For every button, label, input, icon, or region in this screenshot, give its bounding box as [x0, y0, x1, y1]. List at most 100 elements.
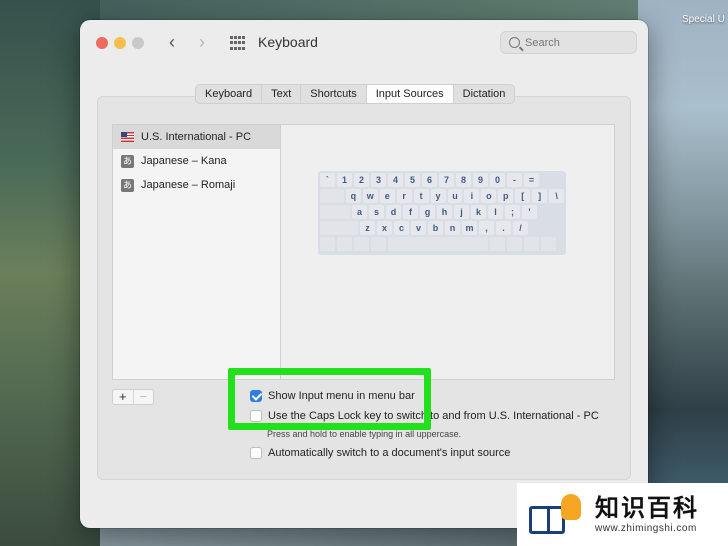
source-label: U.S. International - PC	[141, 131, 252, 143]
keyboard-key: n	[445, 221, 460, 235]
keyboard-key: `	[320, 173, 335, 187]
keyboard-key	[371, 237, 386, 251]
watermark-url: www.zhimingshi.com	[595, 523, 697, 534]
keyboard-key: h	[437, 205, 452, 219]
keyboard-key: a	[352, 205, 367, 219]
keyboard-key: [	[515, 189, 531, 203]
keyboard-key: l	[488, 205, 503, 219]
add-remove-buttons: + −	[112, 389, 154, 405]
keyboard-key: 7	[439, 173, 454, 187]
keyboard-key	[388, 237, 488, 251]
auto-switch-option[interactable]: Automatically switch to a document's inp…	[250, 447, 510, 459]
close-button[interactable]	[96, 37, 108, 49]
keyboard-key: i	[464, 189, 480, 203]
keyboard-key: k	[471, 205, 486, 219]
keyboard-row	[320, 237, 564, 251]
key-spacer	[320, 221, 358, 235]
search-input[interactable]	[525, 36, 625, 49]
tab-bar: Keyboard Text Shortcuts Input Sources Di…	[195, 84, 516, 104]
tab-text[interactable]: Text	[262, 85, 302, 103]
keyboard-key: b	[428, 221, 443, 235]
keyboard-key	[320, 237, 335, 251]
keyboard-preferences-window: ‹ › Keyboard Keyboard Text Shortcuts Inp…	[80, 20, 648, 528]
list-item-us-international[interactable]: U.S. International - PC	[113, 125, 280, 149]
keyboard-key	[541, 237, 556, 251]
keyboard-key: o	[481, 189, 497, 203]
keyboard-row: q w e r t y u i o p[] \	[320, 189, 565, 203]
keyboard-key: j	[454, 205, 469, 219]
keyboard-key: '	[522, 205, 537, 219]
keyboard-key: =	[524, 173, 539, 187]
us-flag-icon	[121, 132, 134, 142]
keyboard-key: q	[345, 189, 361, 203]
keyboard-key: x	[377, 221, 392, 235]
keyboard-row: z x c v b n m,. /	[320, 221, 564, 235]
window-title: Keyboard	[258, 34, 318, 50]
tab-input-sources[interactable]: Input Sources	[366, 85, 454, 103]
keyboard-key: w	[362, 189, 378, 203]
keyboard-key	[490, 237, 505, 251]
keyboard-key: g	[420, 205, 435, 219]
key-spacer	[320, 189, 344, 203]
add-source-button[interactable]: +	[113, 390, 133, 404]
keyboard-row: a s d f g h j k l; '	[320, 205, 564, 219]
keyboard-key: r	[396, 189, 412, 203]
keyboard-key: 8	[456, 173, 471, 187]
keyboard-key: y	[430, 189, 446, 203]
forward-chevron-icon[interactable]: ›	[192, 32, 212, 53]
keyboard-key: f	[403, 205, 418, 219]
input-sources-list: U.S. International - PC あ Japanese – Kan…	[112, 124, 280, 380]
highlight-box	[228, 368, 431, 430]
keyboard-key: 2	[354, 173, 369, 187]
keyboard-key: d	[386, 205, 401, 219]
list-item-japanese-romaji[interactable]: あ Japanese – Romaji	[113, 173, 280, 197]
watermark: 知识百科 www.zhimingshi.com	[517, 483, 728, 546]
keyboard-key: ,	[479, 221, 494, 235]
keyboard-key: 5	[405, 173, 420, 187]
keyboard-key: ;	[505, 205, 520, 219]
zoom-button[interactable]	[132, 37, 144, 49]
back-chevron-icon[interactable]: ‹	[162, 32, 182, 53]
source-label: Japanese – Kana	[141, 155, 227, 167]
book-lightbulb-logo-icon	[529, 492, 585, 538]
keyboard-key: 3	[371, 173, 386, 187]
keyboard-key: e	[379, 189, 395, 203]
minimize-button[interactable]	[114, 37, 126, 49]
show-all-grid-icon[interactable]	[230, 36, 245, 51]
keyboard-key: 1	[337, 173, 352, 187]
kana-a-icon: あ	[121, 178, 134, 192]
keyboard-key: s	[369, 205, 384, 219]
keyboard-key: t	[413, 189, 429, 203]
keyboard-layout-preview: ` 1 2 3 4 5 6 7 8 9 0- = q w e r t y u i o p[] \ a s d f g h j k l; ' z x c…	[318, 171, 566, 255]
key-spacer	[320, 205, 350, 219]
keyboard-key: z	[360, 221, 375, 235]
keyboard-key: 4	[388, 173, 403, 187]
keyboard-key: .	[496, 221, 511, 235]
desktop-icon-label[interactable]: Special U	[682, 14, 728, 25]
tab-keyboard[interactable]: Keyboard	[196, 85, 263, 103]
search-icon	[509, 37, 520, 48]
keyboard-row: ` 1 2 3 4 5 6 7 8 9 0- =	[320, 173, 564, 187]
tab-dictation[interactable]: Dictation	[454, 85, 515, 103]
keyboard-key: ]	[532, 189, 548, 203]
keyboard-key: v	[411, 221, 426, 235]
source-label: Japanese – Romaji	[141, 179, 236, 191]
list-item-japanese-kana[interactable]: あ Japanese – Kana	[113, 149, 280, 173]
keyboard-key	[524, 237, 539, 251]
kana-a-icon: あ	[121, 154, 134, 168]
watermark-title: 知识百科	[595, 495, 699, 522]
keyboard-key: /	[513, 221, 528, 235]
search-field[interactable]	[500, 31, 637, 54]
keyboard-key: u	[447, 189, 463, 203]
keyboard-key: 0	[490, 173, 505, 187]
auto-switch-checkbox[interactable]	[250, 447, 262, 459]
auto-switch-label: Automatically switch to a document's inp…	[268, 447, 511, 459]
remove-source-button[interactable]: −	[132, 390, 154, 404]
keyboard-key: m	[462, 221, 477, 235]
titlebar: ‹ › Keyboard	[80, 20, 648, 66]
keyboard-key: -	[507, 173, 522, 187]
tab-shortcuts[interactable]: Shortcuts	[301, 85, 367, 103]
keyboard-key: 6	[422, 173, 437, 187]
keyboard-key	[354, 237, 369, 251]
keyboard-key: c	[394, 221, 409, 235]
